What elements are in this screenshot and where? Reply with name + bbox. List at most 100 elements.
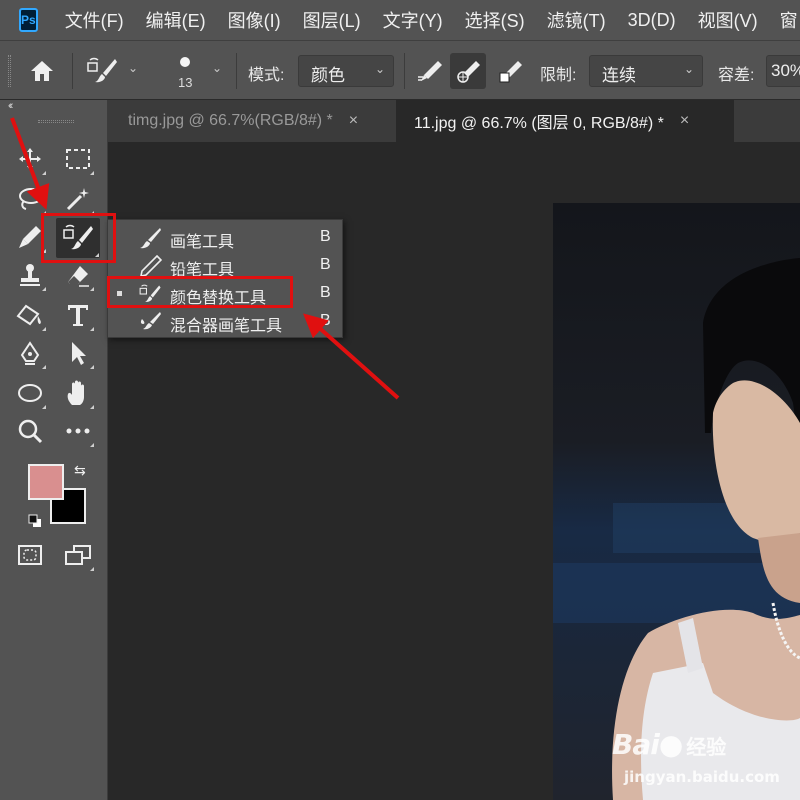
clone-stamp-tool[interactable] xyxy=(13,258,47,292)
menu-select[interactable]: 选择(S) xyxy=(465,7,525,33)
edit-toolbar-button[interactable] xyxy=(61,414,95,448)
shortcut-key: B xyxy=(320,256,331,273)
flyout-item-mixer-brush[interactable]: 混合器画笔工具 B xyxy=(108,308,344,336)
sampling-background-button[interactable] xyxy=(492,53,528,89)
brush-size: 13 xyxy=(178,75,193,90)
eraser-tool[interactable] xyxy=(61,258,95,292)
ellipse-icon xyxy=(18,384,42,402)
swap-colors-icon[interactable]: ⇆ xyxy=(74,462,86,479)
mode-value: 颜色 xyxy=(311,66,345,85)
rectangle-marquee-icon xyxy=(66,149,90,169)
limit-select[interactable]: 连续 ⌄ xyxy=(589,55,703,87)
sampling-once-button[interactable] xyxy=(450,53,486,89)
tolerance-label: 容差: xyxy=(718,67,755,84)
menu-window[interactable]: 窗 xyxy=(780,7,798,33)
paint-bucket-tool[interactable] xyxy=(13,298,47,332)
watermark-url: jingyan.baidu.com xyxy=(624,768,780,786)
eraser-icon xyxy=(68,266,89,287)
highlight-brush-tool xyxy=(41,213,116,263)
home-button[interactable] xyxy=(24,53,60,89)
menu-file[interactable]: 文件(F) xyxy=(65,7,124,33)
options-bar: ⌄ 13 ⌄ 模式: 颜色 ⌄ 限制: 连续 ⌄ 容差: 30% xyxy=(0,40,800,100)
menu-filter[interactable]: 滤镜(T) xyxy=(547,7,606,33)
type-icon xyxy=(68,305,88,326)
chevron-down-icon[interactable]: ⌄ xyxy=(212,61,222,75)
close-icon[interactable]: × xyxy=(349,112,358,130)
eyedropper-continuous-icon xyxy=(418,61,442,81)
screen-mode-button[interactable] xyxy=(61,538,95,572)
brush-tip-icon[interactable] xyxy=(180,57,190,67)
magic-wand-tool[interactable] xyxy=(61,182,95,216)
sampling-continuous-button[interactable] xyxy=(412,53,448,89)
foreground-color-swatch[interactable] xyxy=(28,464,64,500)
eyedropper-icon xyxy=(19,226,41,248)
pencil-icon xyxy=(139,255,162,277)
mode-label: 模式: xyxy=(248,67,285,84)
quick-mask-icon xyxy=(18,545,42,565)
pen-tool[interactable] xyxy=(13,336,47,370)
menu-image[interactable]: 图像(I) xyxy=(228,7,281,33)
ellipse-tool[interactable] xyxy=(13,376,47,410)
lasso-icon xyxy=(19,188,43,210)
chevron-down-icon[interactable]: ⌄ xyxy=(128,61,138,75)
tab-timg[interactable]: timg.jpg @ 66.7%(RGB/8#) * × xyxy=(108,100,396,142)
paw-icon: ● xyxy=(658,728,683,761)
watermark-brand-suffix: 经验 xyxy=(686,735,727,759)
chevron-down-icon: ⌄ xyxy=(374,62,385,76)
flyout-item-label: 混合器画笔工具 xyxy=(170,318,283,335)
menu-3d[interactable]: 3D(D) xyxy=(628,10,676,31)
stamp-icon xyxy=(20,264,40,286)
tab-11[interactable]: 11.jpg @ 66.7% (图层 0, RGB/8#) * × xyxy=(396,100,734,142)
paint-bucket-icon xyxy=(16,304,41,326)
tab-label: 11.jpg @ 66.7% (图层 0, RGB/8#) * xyxy=(414,115,664,132)
color-replacement-icon xyxy=(87,57,117,83)
options-grip xyxy=(8,55,11,87)
limit-value: 连续 xyxy=(602,66,636,85)
brush-icon xyxy=(140,228,161,249)
lasso-tool[interactable] xyxy=(13,182,47,216)
menu-type[interactable]: 文字(Y) xyxy=(383,7,443,33)
move-icon xyxy=(19,148,41,170)
flyout-item-label: 画笔工具 xyxy=(170,234,235,251)
tools-panel: ‹‹ ⇆ xyxy=(0,100,108,800)
tab-label: timg.jpg @ 66.7%(RGB/8#) * xyxy=(128,112,333,129)
collapse-panel-button[interactable]: ‹‹ xyxy=(8,100,14,112)
panel-grip[interactable] xyxy=(38,120,74,123)
pen-icon xyxy=(20,341,40,365)
watermark-brand: Bai xyxy=(612,728,660,761)
default-colors-icon[interactable] xyxy=(28,514,42,533)
baidu-watermark: Bai● 经验 jingyan.baidu.com xyxy=(612,728,780,786)
hand-icon xyxy=(67,380,84,405)
move-tool[interactable] xyxy=(13,142,47,176)
flyout-item-brush[interactable]: 画笔工具 B xyxy=(108,224,344,252)
zoom-tool[interactable] xyxy=(13,414,47,448)
eyedropper-background-icon xyxy=(499,61,522,83)
tolerance-input[interactable]: 30% xyxy=(766,55,800,87)
shortcut-key: B xyxy=(320,284,331,301)
menu-edit[interactable]: 编辑(E) xyxy=(146,7,206,33)
tool-preset-picker[interactable] xyxy=(84,53,120,89)
path-selection-tool[interactable] xyxy=(61,336,95,370)
shortcut-key: B xyxy=(320,228,331,245)
photo-image xyxy=(553,203,800,800)
eyedropper-once-icon xyxy=(457,61,480,83)
home-icon xyxy=(31,61,53,81)
arrow-cursor-icon xyxy=(72,342,86,365)
menu-bar: Ps 文件(F) 编辑(E) 图像(I) 图层(L) 文字(Y) 选择(S) 滤… xyxy=(0,0,800,40)
close-icon[interactable]: × xyxy=(680,112,689,130)
document-tabs: timg.jpg @ 66.7%(RGB/8#) * × 11.jpg @ 66… xyxy=(108,100,800,142)
menu-view[interactable]: 视图(V) xyxy=(698,7,758,33)
mode-select[interactable]: 颜色 ⌄ xyxy=(298,55,394,87)
magic-wand-icon xyxy=(66,188,89,211)
more-icon xyxy=(66,428,90,434)
quick-mask-button[interactable] xyxy=(13,538,47,572)
type-tool[interactable] xyxy=(61,298,95,332)
hand-tool[interactable] xyxy=(61,376,95,410)
tolerance-value: 30% xyxy=(771,61,800,80)
menu-layer[interactable]: 图层(L) xyxy=(303,7,361,33)
marquee-tool[interactable] xyxy=(61,142,95,176)
photoshop-logo[interactable]: Ps xyxy=(19,8,38,32)
highlight-color-replacement-item xyxy=(107,276,293,308)
magnifier-icon xyxy=(18,419,43,444)
mixer-brush-icon xyxy=(140,312,161,330)
